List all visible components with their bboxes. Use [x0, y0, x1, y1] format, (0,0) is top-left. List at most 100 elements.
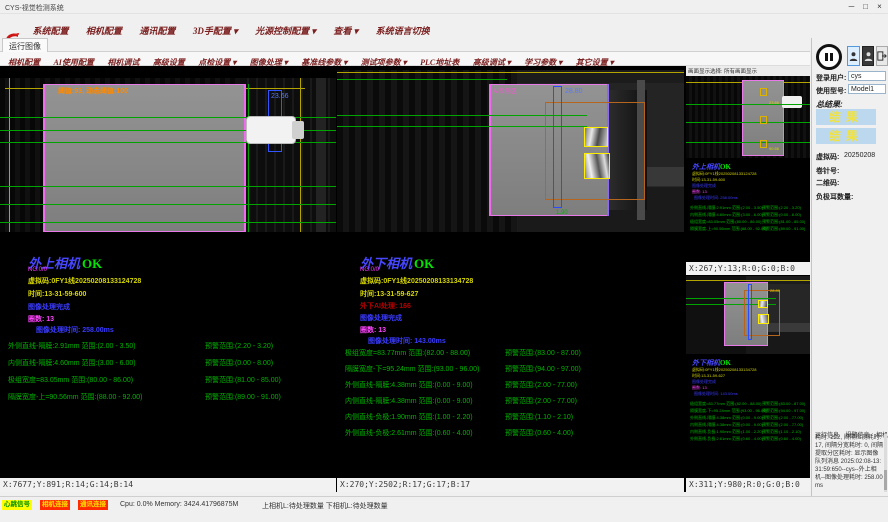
heartbeat-badge: 心跳信号	[2, 500, 32, 510]
tabcount-label: 负极耳数量:	[816, 192, 853, 202]
log-scrollbar-thumb[interactable]	[884, 470, 887, 490]
thumb-warn: 预警范围:(2.20 - 3.20)	[762, 205, 801, 211]
user-icon	[849, 51, 858, 62]
app-window: CYS-视觉检测系统 ─ □ × 系统配置 相机配置 通讯配置 3D手配置 ▾ …	[0, 0, 888, 522]
calib-vline-left	[9, 78, 10, 232]
log-scrollbar[interactable]	[884, 434, 887, 492]
edge-vline	[248, 84, 249, 232]
middle-camera-panel: AI检测区 28.80 1.90 外下相机OK NG:0/0 虚拟码:0FY1线…	[337, 66, 684, 492]
turns-line: 圈数: 13	[28, 314, 54, 324]
roi-edge-right	[244, 84, 246, 232]
thumb-proc-time: 图像处理时间: 143.00ms	[694, 391, 738, 397]
operator-button[interactable]	[862, 46, 874, 66]
pause-icon	[830, 53, 833, 61]
defect-box-1	[758, 300, 768, 308]
measure-row: 隔膜宽度-下=95.24mm 范围:(93.00 - 96.00)	[345, 364, 479, 374]
warn-range: 预警范围:(83.00 - 87.00)	[505, 348, 581, 358]
defect-box-1	[584, 127, 608, 147]
pixel-coord-status: X:270;Y:2502;R:17;G:17;B:17	[337, 478, 684, 492]
menu-camera-config[interactable]: 相机配置	[86, 24, 122, 37]
toolbar: 相机配置 AI使用配置 相机调试 高级设置 点检设置 ▾ 图像处理 ▾ 基准线参…	[0, 52, 810, 66]
warn-range: 预警范围:(81.00 - 85.00)	[205, 375, 281, 385]
ok-status: OK	[720, 163, 731, 171]
thumb-row: 内侧直线-隔膜:4.38mm 范围:(0.00 - 9.00)	[690, 422, 763, 428]
measure-value-label: 28.80	[565, 88, 583, 95]
logout-button[interactable]	[876, 46, 888, 66]
ng-counter: NG:0/0	[28, 267, 47, 273]
measure-value-label-2: 1.90	[556, 210, 568, 216]
pause-icon	[825, 53, 828, 61]
login-user-field[interactable]: cys	[848, 71, 886, 81]
vcode-value: 20250208	[844, 152, 875, 159]
warn-range: 预警范围:(2.20 - 3.20)	[205, 341, 273, 351]
result-box-upper: 结果	[816, 109, 876, 125]
menu-light-config[interactable]: 光源控制配置 ▾	[255, 24, 316, 37]
measure-row: 内侧直线-隔膜:4.38mm 范围:(0.00 - 9.00)	[345, 396, 473, 406]
thumb-row: 隔膜宽度-下=95.24mm 范围:(93.00 - 96.00)	[690, 408, 767, 414]
login-user-button[interactable]	[847, 46, 860, 66]
thumb-row: 隔膜宽度-上=90.56mm 范围:(88.00 - 92.00)	[690, 226, 767, 232]
qr-label: 二维码:	[816, 178, 839, 188]
time-line: 时间:13-31-59-600	[28, 289, 86, 299]
login-user-label: 登录用户:	[816, 73, 846, 83]
menu-view[interactable]: 查看 ▾	[333, 24, 358, 37]
measure-row: 极组宽度=83.77mm 范围:(82.00 - 88.00)	[345, 348, 470, 358]
thumb-measure-label: 28.80	[770, 288, 780, 293]
tab-strip: 运行图像	[0, 38, 810, 52]
pixel-coord-status: X:7677;Y:891;R:14;G:14;B:14	[0, 478, 336, 492]
model-field[interactable]: Model1	[848, 84, 886, 94]
camera-link-badge: 相机连接	[40, 500, 70, 510]
turns-line: 圈数: 13	[360, 325, 386, 335]
window-title: CYS-视觉检测系统	[5, 3, 64, 13]
thumb-warn: 预警范围:(81.00 - 85.00)	[762, 219, 805, 225]
measure-row: 隔膜宽度-上=90.56mm 范围:(88.00 - 92.00)	[8, 392, 142, 402]
close-button[interactable]: ×	[873, 1, 886, 13]
time-line: 时间:13-31-59-627	[360, 289, 418, 299]
warn-range: 预警范围:(89.00 - 91.00)	[205, 392, 281, 402]
thumb-lower-camera-image[interactable]: 28.80	[686, 276, 810, 354]
menu-comm-config[interactable]: 通讯配置	[139, 24, 175, 37]
measure-hline	[686, 104, 810, 105]
menu-3d-config[interactable]: 3D手配置 ▾	[193, 24, 238, 37]
cell-region	[44, 84, 245, 232]
thumb-row: 外侧直线-负极:2.61mm 范围:(0.60 - 4.00)	[690, 436, 763, 442]
roi-edge-left	[489, 84, 491, 216]
right-sidebar: 登录用户: cys 使用型号: Model1 总结果: 结果 结果 虚拟码: 2…	[811, 38, 888, 496]
threshold-overlay-text: 阈值:93, 动态阈值:100	[58, 86, 128, 96]
left-camera-image[interactable]: 阈值:93, 动态阈值:100 23.66	[0, 78, 336, 232]
measure-hline	[686, 142, 810, 143]
thumb-measure-label: 90.56	[769, 146, 779, 151]
defect-box-2	[584, 153, 610, 179]
menu-language-switch[interactable]: 系统语言切换	[376, 24, 430, 37]
middle-camera-image[interactable]: AI检测区 28.80 1.90	[337, 70, 684, 232]
edge-hline	[337, 79, 507, 80]
thumb-warn: 预警范围:(83.00 - 87.00)	[762, 401, 805, 407]
thumb-row: 外侧直线-隔膜:4.38mm 范围:(0.00 - 9.00)	[690, 415, 763, 421]
measure-row: 极组宽度=83.05mm 范围:(80.00 - 86.00)	[8, 375, 133, 385]
tab-run-image[interactable]: 运行图像	[2, 38, 48, 52]
camera-name: 外上相机	[692, 163, 720, 171]
machinery-band	[316, 78, 326, 232]
title-bar: CYS-视觉检测系统 ─ □ ×	[0, 0, 888, 14]
thumb-row: 外侧直线-隔膜:2.91mm 范围:(2.00 - 3.50)	[690, 205, 763, 211]
thumb-warn: 预警范围:(2.00 - 77.00)	[762, 415, 803, 421]
minimize-button[interactable]: ─	[845, 1, 858, 13]
thumb-pixel-status: X:311;Y:980;R:0;G:0;B:0	[686, 478, 810, 492]
warn-range: 预警范围:(2.00 - 77.00)	[505, 380, 577, 390]
camera-name: 外下相机	[692, 359, 720, 367]
measure-row: 外侧直线-负极:2.61mm 范围:(0.60 - 4.00)	[345, 428, 473, 438]
menu-bar: 系统配置 相机配置 通讯配置 3D手配置 ▾ 光源控制配置 ▾ 查看 ▾ 系统语…	[0, 14, 888, 38]
menu-system-config[interactable]: 系统配置	[32, 24, 68, 37]
thumb-display-selector[interactable]: 画面显示选择: 所有画面显示	[686, 66, 810, 76]
ok-status: OK	[82, 256, 102, 271]
maximize-button[interactable]: □	[859, 1, 872, 13]
measure-value-label: 23.66	[271, 93, 289, 100]
measure-row: 外侧直线-隔膜:4.38mm 范围:(0.00 - 9.00)	[345, 380, 473, 390]
status-bar: 心跳信号 相机连接 通讯连接 Cpu: 0.0% Memory: 3424.41…	[0, 496, 888, 512]
pause-button[interactable]	[816, 44, 842, 70]
warn-range: 预警范围:(0.60 - 4.00)	[505, 428, 573, 438]
warn-range: 预警范围:(2.00 - 77.00)	[505, 396, 577, 406]
measure-hline	[686, 122, 810, 123]
connector-tip	[292, 121, 304, 139]
thumb-upper-camera-image[interactable]: 23.66 90.56	[686, 76, 810, 158]
